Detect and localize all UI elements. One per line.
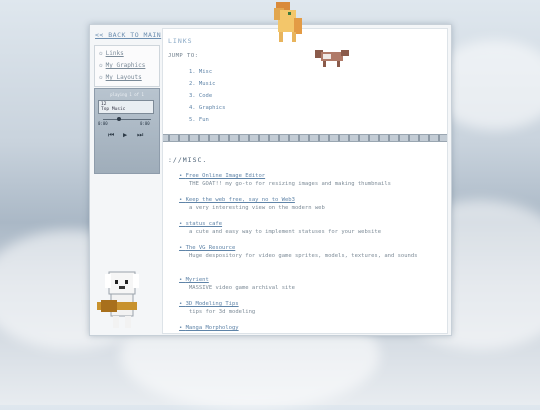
- pony-sprite: [274, 2, 302, 42]
- link-title[interactable]: 3D Modeling Tips: [179, 301, 424, 307]
- toc-fun[interactable]: 5. Fun: [189, 117, 209, 123]
- jump-to-label: JUMP TO:: [168, 53, 199, 59]
- toc-graphics[interactable]: 4. Graphics: [189, 105, 225, 111]
- section-title-misc: ://MISC.: [168, 156, 208, 164]
- link-description: tips for 3d modeling: [189, 309, 256, 315]
- chain-divider: [163, 134, 447, 142]
- link-title[interactable]: Manga Morphology: [179, 325, 239, 331]
- link-title[interactable]: Myrient: [179, 277, 424, 283]
- nav-graphics-label: My Graphics: [105, 62, 146, 69]
- time-start: 0:00: [98, 121, 108, 126]
- link-entry: status cafe a cute and easy way to imple…: [179, 221, 424, 236]
- back-to-main-link[interactable]: << BACK TO MAIN: [95, 31, 161, 39]
- nav-links-label: Links: [105, 50, 124, 57]
- player-header: playing 1 of 1: [110, 92, 144, 97]
- toc-misc[interactable]: 1. Misc: [189, 69, 212, 75]
- link-description: MASSIVE video game archival site: [189, 285, 295, 291]
- link-title[interactable]: Free Online Image Editor: [179, 173, 424, 179]
- time-end: 0:00: [140, 121, 150, 126]
- nav-layouts-label: My Layouts: [105, 74, 142, 81]
- toc-code[interactable]: 3. Code: [189, 93, 212, 99]
- dog-sprite: [315, 50, 349, 67]
- link-entry: Myrient MASSIVE video game archival site: [179, 277, 424, 292]
- nav-layouts[interactable]: ✿ My Layouts: [99, 74, 142, 81]
- link-description: Huge despository for video game sprites,…: [189, 253, 418, 259]
- link-entry: Free Online Image Editor THE GOAT!! my g…: [179, 173, 424, 188]
- link-description: a very interesting view on the modern we…: [189, 205, 325, 211]
- link-entry: 3D Modeling Tips tips for 3d modeling: [179, 301, 424, 316]
- player-screen: 12 Top Music: [98, 100, 154, 114]
- star-icon: ✿: [99, 74, 103, 81]
- next-icon[interactable]: ⏭: [137, 131, 143, 140]
- star-icon: ✿: [99, 62, 103, 69]
- star-icon: ✿: [99, 50, 103, 57]
- link-entry: The VG Resource Huge despository for vid…: [179, 245, 424, 260]
- progress-bar[interactable]: [103, 119, 151, 120]
- nav-box: ✿ Links ✿ My Graphics ✿ My Layouts: [94, 45, 160, 87]
- play-icon[interactable]: ▶: [123, 131, 127, 139]
- track-name: Top Music: [101, 107, 126, 112]
- page-title: LINKS: [168, 37, 193, 45]
- music-player: playing 1 of 1 12 Top Music 0:00 0:00 ⏮ …: [94, 88, 160, 174]
- link-title[interactable]: The VG Resource: [179, 245, 424, 251]
- link-title[interactable]: Keep the web free, say no to Web3: [179, 197, 424, 203]
- link-title[interactable]: status cafe: [179, 221, 424, 227]
- nav-graphics[interactable]: ✿ My Graphics: [99, 62, 145, 69]
- link-description: THE GOAT!! my go-to for resizing images …: [189, 181, 391, 187]
- link-entry: Keep the web free, say no to Web3 a very…: [179, 197, 424, 212]
- progress-knob[interactable]: [117, 117, 121, 121]
- kk-slider-sprite: [97, 271, 139, 328]
- link-description: a cute and easy way to implement statuse…: [189, 229, 382, 235]
- link-entry: Manga Morphology: [179, 325, 239, 331]
- main-content: LINKS JUMP TO: 1. Misc 2. Music 3. Code …: [162, 28, 448, 334]
- previous-icon[interactable]: ⏮: [108, 131, 114, 140]
- toc-music[interactable]: 2. Music: [189, 81, 216, 87]
- nav-links[interactable]: ✿ Links: [99, 50, 124, 57]
